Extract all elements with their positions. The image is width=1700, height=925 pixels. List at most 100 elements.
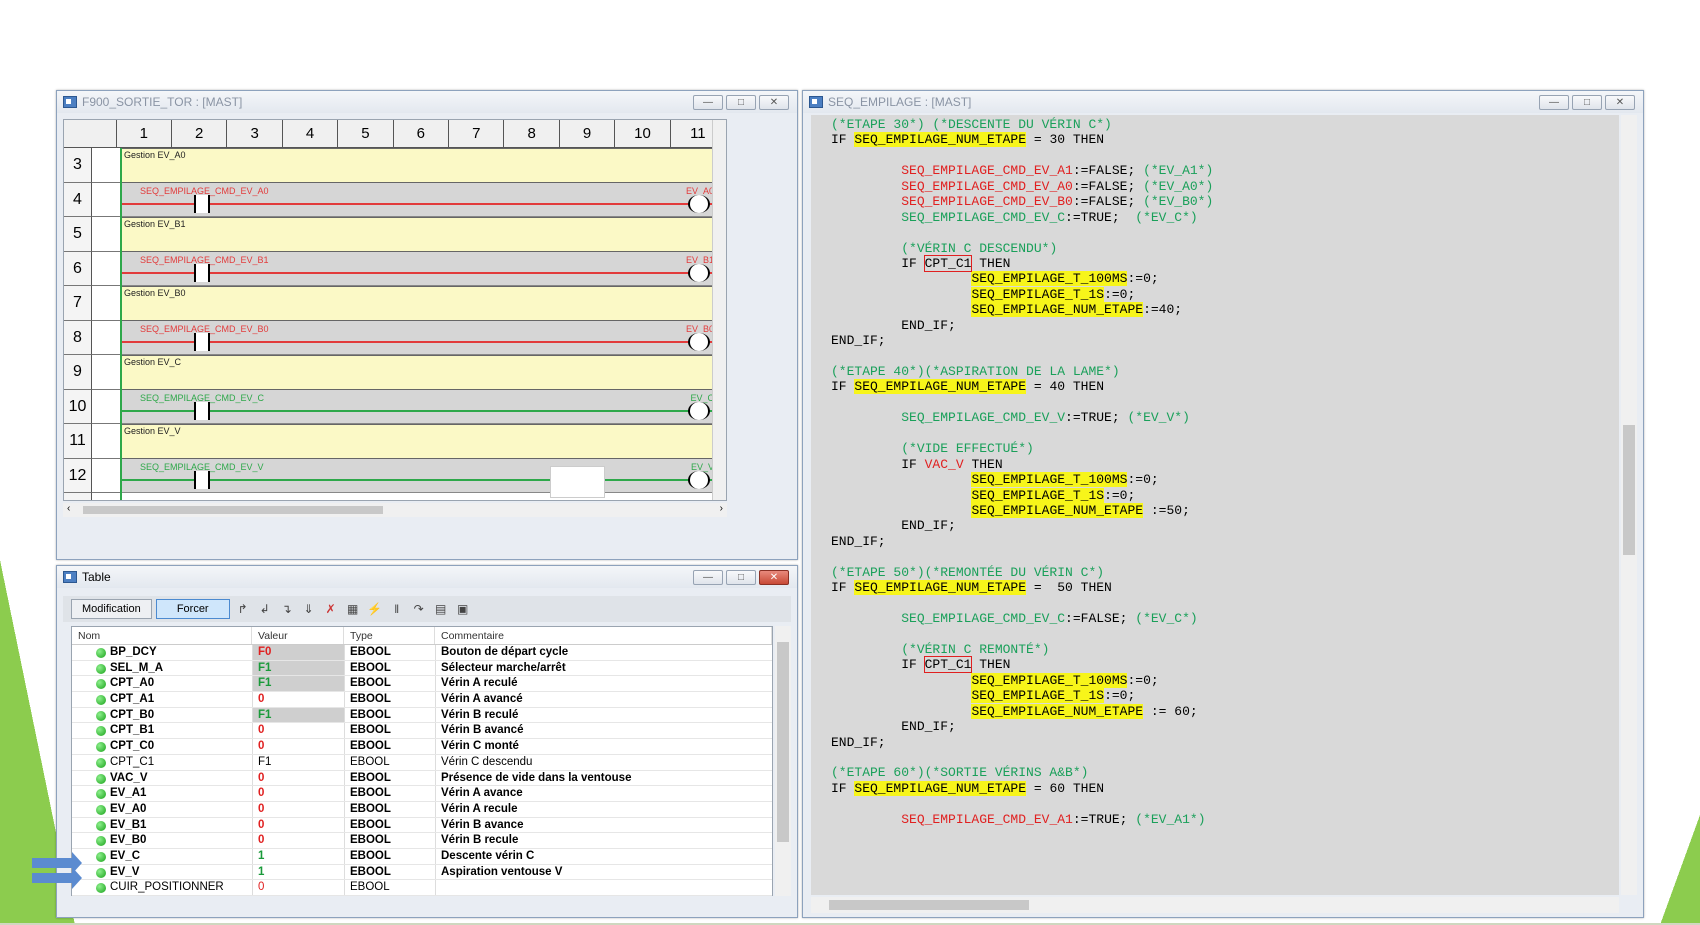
unforce-icon[interactable]: ✗ bbox=[322, 600, 340, 618]
code-line[interactable]: END_IF; bbox=[831, 518, 1619, 533]
rung[interactable]: SEQ_EMPILAGE_CMD_EV_A0 EV_A0 bbox=[120, 182, 726, 217]
code-line[interactable]: SEQ_EMPILAGE_T_1S:=0; bbox=[831, 286, 1619, 302]
cell-valeur[interactable]: 0 bbox=[252, 817, 344, 833]
ladder-window[interactable]: F900_SORTIE_TOR : [MAST] — □ ✕ 123456789… bbox=[56, 90, 798, 560]
code-line[interactable]: SEQ_EMPILAGE_CMD_EV_V:=TRUE; (*EV_V*) bbox=[831, 410, 1619, 425]
table-row[interactable]: EV_V 1 EBOOL Aspiration ventouse V bbox=[72, 864, 772, 881]
coil-icon[interactable] bbox=[688, 263, 710, 282]
cell-valeur[interactable]: 0 bbox=[252, 833, 344, 848]
header-nom[interactable]: Nom bbox=[72, 627, 252, 644]
table-row[interactable]: CPT_B0 F1 EBOOL Vérin B reculé bbox=[72, 707, 772, 724]
cell-nom[interactable]: VAC_V bbox=[72, 771, 252, 786]
code-line[interactable]: SEQ_EMPILAGE_T_100MS:=0; bbox=[831, 271, 1619, 287]
code-line[interactable]: SEQ_EMPILAGE_T_1S:=0; bbox=[831, 487, 1619, 503]
cell-nom[interactable]: CUIR_POSITIONNER bbox=[72, 880, 252, 895]
cell-valeur[interactable]: 0 bbox=[252, 723, 344, 739]
table-row[interactable]: EV_C 1 EBOOL Descente vérin C bbox=[72, 848, 772, 865]
code-line[interactable]: SEQ_EMPILAGE_CMD_EV_A0:=FALSE; (*EV_A0*) bbox=[831, 179, 1619, 194]
cell-valeur[interactable]: 1 bbox=[252, 848, 344, 864]
cell-valeur[interactable]: 0 bbox=[252, 770, 344, 786]
code-titlebar[interactable]: SEQ_EMPILAGE : [MAST] — □ ✕ bbox=[803, 91, 1643, 113]
ladder-vertical-scrollbar[interactable] bbox=[712, 120, 726, 500]
ladder-grid[interactable]: 1 2 3 4 5 6 7 8 9 10 11 3 Gestion EV_A0 4 SEQ_EMPILAG… bbox=[63, 119, 727, 501]
rung-comment[interactable]: Gestion EV_V bbox=[120, 424, 726, 459]
code-vertical-scrollbar[interactable] bbox=[1621, 115, 1637, 895]
code-line[interactable]: SEQ_EMPILAGE_CMD_EV_C:=TRUE; (*EV_C*) bbox=[831, 210, 1619, 225]
cell-valeur[interactable]: F1 bbox=[252, 660, 344, 676]
table-vertical-scrollbar[interactable] bbox=[775, 626, 791, 896]
maximize-button[interactable]: □ bbox=[726, 569, 756, 585]
force-set-icon[interactable]: ⇓ bbox=[300, 600, 318, 618]
code-line[interactable]: END_IF; bbox=[831, 735, 1619, 750]
close-button[interactable]: ✕ bbox=[759, 94, 789, 110]
code-line[interactable]: (*ETAPE 60*)(*SORTIE VÉRINS A&B*) bbox=[831, 765, 1619, 780]
scroll-left-icon[interactable]: ‹ bbox=[67, 503, 70, 514]
cell-valeur[interactable]: 0 bbox=[252, 739, 344, 754]
forcer-button[interactable]: Forcer bbox=[155, 599, 230, 619]
minimize-button[interactable]: — bbox=[1539, 94, 1569, 110]
table-row[interactable]: EV_A0 0 EBOOL Vérin A recule bbox=[72, 801, 772, 818]
cell-nom[interactable]: EV_A1 bbox=[72, 786, 252, 801]
minimize-button[interactable]: — bbox=[693, 569, 723, 585]
code-window[interactable]: SEQ_EMPILAGE : [MAST] — □ ✕ (*ETAPE 30*)… bbox=[802, 90, 1644, 918]
code-horizontal-scrollbar[interactable] bbox=[811, 897, 1619, 913]
code-line[interactable]: IF SEQ_EMPILAGE_NUM_ETAPE = 30 THEN bbox=[831, 132, 1619, 148]
code-line[interactable] bbox=[831, 596, 1619, 611]
contact-icon[interactable] bbox=[194, 332, 210, 351]
empty-rung[interactable] bbox=[120, 493, 726, 500]
ladder-row[interactable]: 12 SEQ_EMPILAGE_CMD_EV_V EV_V bbox=[64, 458, 726, 493]
cell-nom[interactable]: CPT_C1 bbox=[72, 755, 252, 770]
code-line[interactable] bbox=[831, 549, 1619, 564]
code-line[interactable]: SEQ_EMPILAGE_T_1S:=0; bbox=[831, 688, 1619, 704]
code-line[interactable]: SEQ_EMPILAGE_NUM_ETAPE:=40; bbox=[831, 302, 1619, 318]
table-row[interactable]: CPT_A0 F1 EBOOL Vérin A reculé bbox=[72, 676, 772, 693]
cell-valeur[interactable]: 0 bbox=[252, 801, 344, 817]
ladder-row[interactable]: 11 Gestion EV_V bbox=[64, 424, 726, 459]
cell-nom[interactable]: CPT_B0 bbox=[72, 708, 252, 723]
cell-nom[interactable]: CPT_A1 bbox=[72, 692, 252, 707]
rung[interactable]: SEQ_EMPILAGE_CMD_EV_V EV_V bbox=[120, 458, 726, 493]
lightning-icon[interactable]: ⚡ bbox=[366, 600, 384, 618]
code-line[interactable] bbox=[831, 426, 1619, 441]
cell-nom[interactable]: EV_B0 bbox=[72, 833, 252, 848]
table-row[interactable]: EV_B1 0 EBOOL Vérin B avance bbox=[72, 817, 772, 834]
cell-valeur[interactable]: F1 bbox=[252, 707, 344, 723]
ladder-row[interactable]: 5 Gestion EV_B1 bbox=[64, 217, 726, 252]
close-button[interactable]: ✕ bbox=[759, 569, 789, 585]
code-line[interactable] bbox=[831, 626, 1619, 641]
code-line[interactable]: SEQ_EMPILAGE_CMD_EV_C:=FALSE; (*EV_C*) bbox=[831, 611, 1619, 626]
header-commentaire[interactable]: Commentaire bbox=[435, 627, 772, 644]
ladder-row[interactable]: 4 SEQ_EMPILAGE_CMD_EV_A0 EV_A0 bbox=[64, 182, 726, 217]
bracket-icon[interactable]: ‖ bbox=[388, 600, 406, 618]
set-falling-icon[interactable]: ↲ bbox=[256, 600, 274, 618]
code-line[interactable] bbox=[831, 148, 1619, 163]
cell-nom[interactable]: BP_DCY bbox=[72, 645, 252, 660]
rung[interactable]: SEQ_EMPILAGE_CMD_EV_B0 EV_B0 bbox=[120, 320, 726, 355]
ladder-row[interactable]: 10 SEQ_EMPILAGE_CMD_EV_C EV_C bbox=[64, 389, 726, 424]
cell-valeur[interactable]: 0 bbox=[252, 692, 344, 707]
contact-icon[interactable] bbox=[194, 401, 210, 420]
rung-comment[interactable]: Gestion EV_C bbox=[120, 355, 726, 390]
ladder-titlebar[interactable]: F900_SORTIE_TOR : [MAST] — □ ✕ bbox=[57, 91, 797, 113]
cell-nom[interactable]: CPT_C0 bbox=[72, 739, 252, 754]
code-line[interactable]: IF CPT_C1 THEN bbox=[831, 656, 1619, 674]
cell-nom[interactable]: EV_C bbox=[72, 849, 252, 864]
ladder-row[interactable]: 7 Gestion EV_B0 bbox=[64, 286, 726, 321]
code-line[interactable] bbox=[831, 225, 1619, 240]
code-line[interactable] bbox=[831, 796, 1619, 811]
code-line[interactable]: IF SEQ_EMPILAGE_NUM_ETAPE = 50 THEN bbox=[831, 580, 1619, 596]
contact-icon[interactable] bbox=[194, 470, 210, 489]
code-editor[interactable]: (*ETAPE 30*) (*DESCENTE DU VÉRIN C*) IF S… bbox=[811, 115, 1619, 895]
header-valeur[interactable]: Valeur bbox=[252, 627, 344, 644]
table-row[interactable]: CUIR_POSITIONNER 0 EBOOL bbox=[72, 880, 772, 896]
table-titlebar[interactable]: Table — □ ✕ bbox=[57, 566, 797, 588]
code-line[interactable] bbox=[831, 349, 1619, 364]
ladder-row[interactable]: 8 SEQ_EMPILAGE_CMD_EV_B0 EV_B0 bbox=[64, 320, 726, 355]
cell-nom[interactable]: EV_B1 bbox=[72, 818, 252, 833]
cell-nom[interactable]: EV_A0 bbox=[72, 802, 252, 817]
code-line[interactable]: SEQ_EMPILAGE_CMD_EV_B0:=FALSE; (*EV_B0*) bbox=[831, 194, 1619, 209]
table-window[interactable]: Table — □ ✕ Modification Forcer ↱ ↲ ↴ ⇓ … bbox=[56, 565, 798, 918]
code-line[interactable]: IF SEQ_EMPILAGE_NUM_ETAPE = 40 THEN bbox=[831, 379, 1619, 395]
table-row[interactable]: CPT_C0 0 EBOOL Vérin C monté bbox=[72, 739, 772, 755]
close-button[interactable]: ✕ bbox=[1605, 94, 1635, 110]
